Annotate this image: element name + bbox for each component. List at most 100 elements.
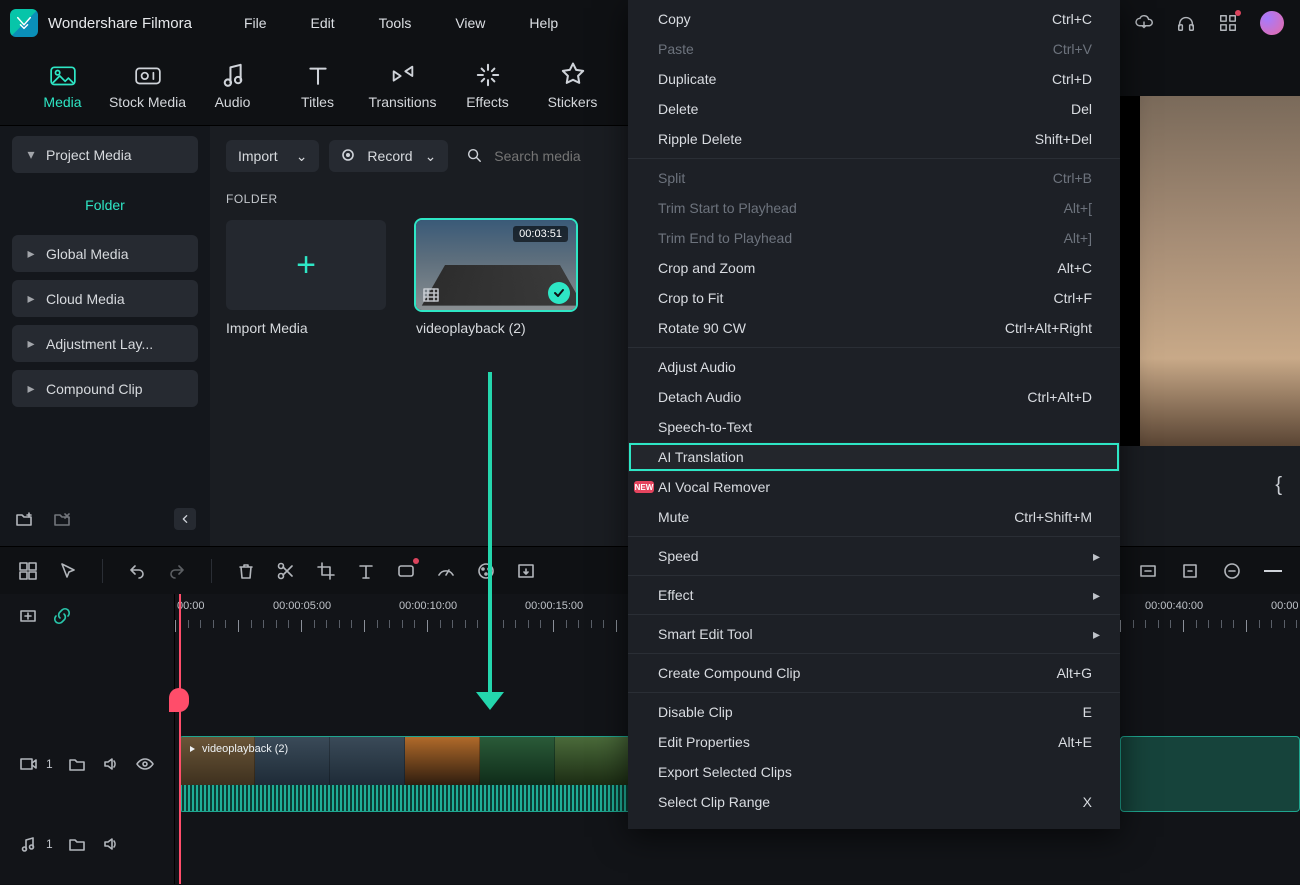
link-icon[interactable] [52, 606, 72, 626]
ctx-ai-translation[interactable]: AI Translation [628, 442, 1120, 472]
ctx-rotate-90-cw[interactable]: Rotate 90 CWCtrl+Alt+Right [628, 313, 1120, 343]
split-icon[interactable] [276, 561, 296, 581]
ctx-ripple-delete[interactable]: Ripple DeleteShift+Del [628, 124, 1120, 154]
delete-icon[interactable] [236, 561, 256, 581]
chevron-right-icon: ▸ [26, 245, 36, 262]
ctx-shortcut: Ctrl+V [1053, 41, 1092, 57]
ctx-item-label: Create Compound Clip [658, 665, 800, 681]
ctx-shortcut: Ctrl+D [1052, 71, 1092, 87]
ctx-shortcut: Ctrl+Alt+Right [1005, 320, 1092, 336]
menu-tools[interactable]: Tools [357, 9, 434, 37]
record-dropdown[interactable]: Record ⌄ [329, 140, 448, 172]
layout-icon[interactable] [18, 561, 38, 581]
ctx-item-label: Split [658, 170, 685, 186]
delete-folder-icon[interactable] [52, 509, 72, 529]
fit-icon[interactable] [1138, 561, 1158, 581]
folder-icon[interactable] [67, 754, 87, 774]
sidebar-item-global-media[interactable]: ▸Global Media [12, 235, 198, 272]
ctx-crop-and-zoom[interactable]: Crop and ZoomAlt+C [628, 253, 1120, 283]
ctx-item-label: Crop to Fit [658, 290, 723, 306]
crop-icon[interactable] [316, 561, 336, 581]
color-icon[interactable] [476, 561, 496, 581]
ctx-paste[interactable]: Paste Ctrl+V [628, 34, 1120, 64]
ruler-label: 00:00:05:00 [273, 600, 331, 612]
chevron-down-icon: ▾ [26, 146, 36, 163]
apps-grid-icon[interactable] [1218, 13, 1238, 33]
ctx-split[interactable]: SplitCtrl+B [628, 163, 1120, 193]
audio-track[interactable] [175, 829, 1300, 869]
context-menu: CopyCtrl+C Paste Ctrl+V DuplicateCtrl+DDele… [628, 0, 1120, 829]
zoom-out-icon[interactable] [1222, 561, 1242, 581]
media-clip-tile[interactable]: 00:03:51 videoplayback (2) [416, 220, 576, 336]
import-media-tile[interactable]: + Import Media [226, 220, 386, 336]
ctx-speech-to-text[interactable]: Speech-to-Text [628, 412, 1120, 442]
eye-icon[interactable] [135, 754, 155, 774]
ctx-detach-audio[interactable]: Detach AudioCtrl+Alt+D [628, 382, 1120, 412]
ctx-speed[interactable]: Speed▸ [628, 541, 1120, 571]
project-media-button[interactable]: ▾ Project Media [12, 136, 198, 173]
ctx-adjust-audio[interactable]: Adjust Audio [628, 352, 1120, 382]
mute-icon[interactable] [101, 754, 121, 774]
user-avatar[interactable] [1260, 11, 1284, 35]
folder-heading[interactable]: Folder [12, 187, 198, 223]
mute-icon[interactable] [101, 834, 121, 854]
plus-icon: + [296, 246, 316, 285]
menu-view[interactable]: View [433, 9, 507, 37]
ctx-shortcut: Del [1071, 101, 1092, 117]
tab-stock-media[interactable]: Stock Media [105, 62, 190, 110]
tile-label: videoplayback (2) [416, 320, 576, 336]
ctx-duplicate[interactable]: DuplicateCtrl+D [628, 64, 1120, 94]
tab-stickers[interactable]: Stickers [530, 62, 615, 110]
tab-effects[interactable]: Effects [445, 62, 530, 110]
undo-icon[interactable] [127, 561, 147, 581]
ctx-create-compound-clip[interactable]: Create Compound ClipAlt+G [628, 658, 1120, 688]
import-dropdown[interactable]: Import ⌄ [226, 140, 319, 172]
folder-icon[interactable] [67, 834, 87, 854]
add-track-icon[interactable] [18, 606, 38, 626]
ctx-edit-properties[interactable]: Edit PropertiesAlt+E [628, 727, 1120, 757]
sidebar-item-adjustment-layer[interactable]: ▸Adjustment Lay... [12, 325, 198, 362]
ctx-trim-start-to-playhead[interactable]: Trim Start to PlayheadAlt+[ [628, 193, 1120, 223]
ctx-crop-to-fit[interactable]: Crop to FitCtrl+F [628, 283, 1120, 313]
ctx-trim-end-to-playhead[interactable]: Trim End to PlayheadAlt+] [628, 223, 1120, 253]
text-icon[interactable] [356, 561, 376, 581]
sidebar-item-cloud-media[interactable]: ▸Cloud Media [12, 280, 198, 317]
speed-icon[interactable] [436, 561, 456, 581]
redo-icon[interactable] [167, 561, 187, 581]
marker-icon[interactable] [1180, 561, 1200, 581]
tab-audio[interactable]: Audio [190, 62, 275, 110]
menu-help[interactable]: Help [507, 9, 580, 37]
crop-fit-icon[interactable] [396, 561, 416, 581]
ctx-copy[interactable]: CopyCtrl+C [628, 4, 1120, 34]
ctx-shortcut: Ctrl+Alt+D [1027, 389, 1092, 405]
ctx-shortcut: E [1083, 704, 1092, 720]
ctx-export-selected-clips[interactable]: Export Selected Clips [628, 757, 1120, 787]
headphones-icon[interactable] [1176, 13, 1196, 33]
clip-duration: 00:03:51 [513, 226, 568, 242]
timeline-clip[interactable]: videoplayback (2) [179, 736, 631, 812]
ctx-ai-vocal-remover[interactable]: NEWAI Vocal Remover [628, 472, 1120, 502]
new-folder-icon[interactable] [14, 509, 34, 529]
cursor-icon[interactable] [58, 561, 78, 581]
ctx-item-label: Speech-to-Text [658, 419, 752, 435]
tab-titles[interactable]: Titles [275, 62, 360, 110]
ctx-select-clip-range[interactable]: Select Clip RangeX [628, 787, 1120, 817]
sidebar-item-compound-clip[interactable]: ▸Compound Clip [12, 370, 198, 407]
zoom-slider[interactable] [1264, 570, 1282, 572]
ctx-smart-edit-tool[interactable]: Smart Edit Tool▸ [628, 619, 1120, 649]
ruler-label: 00:00:10:00 [399, 600, 457, 612]
export-frame-icon[interactable] [516, 561, 536, 581]
tab-media[interactable]: Media [20, 62, 105, 110]
ctx-effect[interactable]: Effect▸ [628, 580, 1120, 610]
collapse-sidebar-button[interactable] [174, 508, 196, 530]
ctx-item-label: Paste [658, 41, 694, 57]
ctx-mute[interactable]: MuteCtrl+Shift+M [628, 502, 1120, 532]
menu-edit[interactable]: Edit [289, 9, 357, 37]
timeline-clip[interactable] [1120, 736, 1300, 812]
ctx-delete[interactable]: DeleteDel [628, 94, 1120, 124]
tab-transitions[interactable]: Transitions [360, 62, 445, 110]
ctx-disable-clip[interactable]: Disable ClipE [628, 697, 1120, 727]
playhead[interactable] [179, 594, 181, 884]
cloud-download-icon[interactable] [1134, 13, 1154, 33]
menu-file[interactable]: File [222, 9, 289, 37]
